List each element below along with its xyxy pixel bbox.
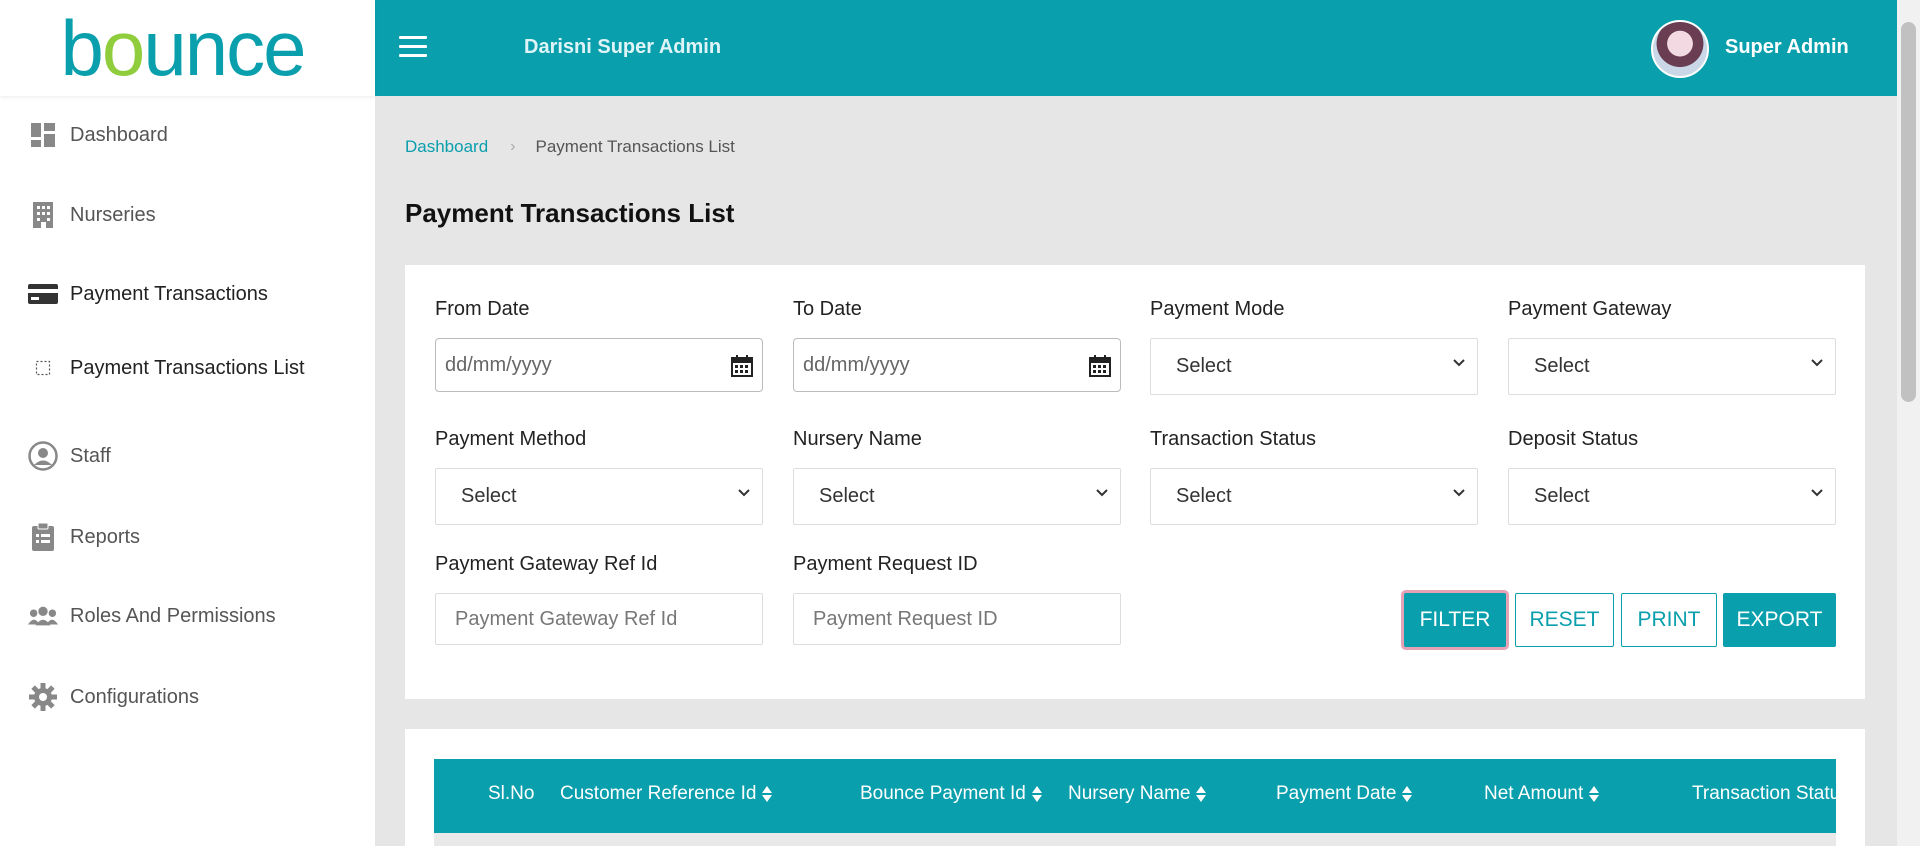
- breadcrumb: Dashboard › Payment Transactions List: [405, 137, 735, 157]
- column-header-payment-date[interactable]: Payment Date: [1276, 783, 1413, 805]
- sort-icon[interactable]: [762, 786, 773, 802]
- transactions-table: Sl.No Customer Reference Id Bounce Payme…: [405, 729, 1865, 846]
- sidebar-item-configurations[interactable]: Configurations: [28, 680, 199, 714]
- table-header: Sl.No Customer Reference Id Bounce Payme…: [434, 759, 1836, 833]
- export-button[interactable]: EXPORT: [1723, 593, 1836, 647]
- avatar[interactable]: [1651, 20, 1709, 78]
- nursery-name-label: Nursery Name: [793, 428, 922, 450]
- gateway-ref-id-label: Payment Gateway Ref Id: [435, 553, 658, 575]
- sidebar-item-staff[interactable]: Staff: [28, 439, 111, 473]
- sort-icon[interactable]: [1031, 786, 1042, 802]
- column-header-sl-no[interactable]: Sl.No: [488, 783, 534, 805]
- payment-request-id-label: Payment Request ID: [793, 553, 978, 575]
- sidebar-item-label: Roles And Permissions: [70, 604, 276, 627]
- sidebar-item-label: Staff: [70, 444, 111, 467]
- sidebar-item-payment-transactions[interactable]: Payment Transactions: [28, 277, 268, 311]
- nursery-name-select[interactable]: Select: [793, 468, 1121, 525]
- transaction-status-select[interactable]: Select: [1150, 468, 1478, 525]
- chevron-down-icon: [738, 489, 750, 497]
- sidebar-item-reports[interactable]: Reports: [28, 520, 140, 554]
- credit-card-icon: [28, 279, 58, 309]
- logo[interactable]: bounce: [0, 0, 375, 96]
- print-button[interactable]: PRINT: [1621, 593, 1717, 647]
- column-header-nursery-name[interactable]: Nursery Name: [1068, 783, 1207, 805]
- table-body: [434, 833, 1836, 846]
- to-date-input[interactable]: dd/mm/yyyy: [793, 338, 1121, 392]
- gateway-ref-id-input[interactable]: Payment Gateway Ref Id: [435, 593, 763, 645]
- sidebar-item-nurseries[interactable]: Nurseries: [28, 198, 156, 232]
- menu-icon[interactable]: [399, 36, 427, 58]
- sidebar-item-dashboard[interactable]: Dashboard: [28, 118, 168, 152]
- payment-mode-select[interactable]: Select: [1150, 338, 1478, 395]
- breadcrumb-dashboard-link[interactable]: Dashboard: [405, 137, 488, 157]
- page-title: Payment Transactions List: [405, 198, 735, 228]
- sidebar-item-roles-and-permissions[interactable]: Roles And Permissions: [28, 599, 276, 633]
- column-header-net-amount[interactable]: Net Amount: [1484, 783, 1600, 805]
- column-header-bounce-payment-id[interactable]: Bounce Payment Id: [860, 783, 1042, 805]
- dotted-square-icon: [28, 353, 58, 383]
- filter-panel: From Date dd/mm/yyyy To Date dd/mm/yyyy …: [405, 265, 1865, 699]
- chevron-right-icon: ›: [510, 138, 516, 155]
- top-header: Darisni Super Admin Super Admin: [375, 0, 1897, 96]
- sidebar-item-label: Configurations: [70, 685, 199, 708]
- user-name[interactable]: Super Admin: [1725, 36, 1849, 59]
- sidebar-item-label: Reports: [70, 525, 141, 548]
- deposit-status-select[interactable]: Select: [1508, 468, 1836, 525]
- payment-mode-label: Payment Mode: [1150, 298, 1285, 320]
- sort-icon[interactable]: [1589, 786, 1600, 802]
- logo-text: bounce: [60, 4, 307, 92]
- payment-method-label: Payment Method: [435, 428, 587, 450]
- sort-icon[interactable]: [1196, 786, 1207, 802]
- users-group-icon: [28, 601, 58, 631]
- dashboard-icon: [28, 120, 58, 150]
- sidebar-item-label: Nurseries: [70, 203, 156, 226]
- gear-icon: [28, 682, 58, 712]
- column-header-customer-reference-id[interactable]: Customer Reference Id: [560, 783, 773, 805]
- scrollbar-thumb[interactable]: [1901, 22, 1916, 402]
- clipboard-icon: [28, 522, 58, 552]
- column-header-transaction-status[interactable]: Transaction Status: [1692, 783, 1836, 805]
- sidebar-item-label: Payment Transactions List: [70, 356, 305, 379]
- from-date-label: From Date: [435, 298, 530, 320]
- chevron-down-icon: [1453, 489, 1465, 497]
- page-scrollbar[interactable]: [1897, 0, 1920, 846]
- payment-request-id-input[interactable]: Payment Request ID: [793, 593, 1121, 645]
- user-circle-icon: [28, 441, 58, 471]
- from-date-input[interactable]: dd/mm/yyyy: [435, 338, 763, 392]
- sidebar-item-payment-transactions-list[interactable]: Payment Transactions List: [28, 351, 305, 385]
- breadcrumb-current: Payment Transactions List: [535, 137, 735, 156]
- app-title: Darisni Super Admin: [524, 36, 722, 58]
- calendar-icon[interactable]: [1088, 354, 1112, 378]
- sort-icon[interactable]: [1402, 786, 1413, 802]
- chevron-down-icon: [1453, 359, 1465, 367]
- reset-button[interactable]: RESET: [1515, 593, 1614, 647]
- chevron-down-icon: [1096, 489, 1108, 497]
- sidebar: bounce Dashboard Nurseries Payment Trans…: [0, 0, 375, 846]
- deposit-status-label: Deposit Status: [1508, 428, 1639, 450]
- to-date-label: To Date: [793, 298, 862, 320]
- calendar-icon[interactable]: [730, 354, 754, 378]
- payment-gateway-select[interactable]: Select: [1508, 338, 1836, 395]
- building-icon: [28, 200, 58, 230]
- payment-gateway-label: Payment Gateway: [1508, 298, 1672, 320]
- filter-button[interactable]: FILTER: [1404, 593, 1506, 647]
- payment-method-select[interactable]: Select: [435, 468, 763, 525]
- chevron-down-icon: [1811, 359, 1823, 367]
- sidebar-item-label: Payment Transactions: [70, 282, 268, 305]
- sidebar-item-label: Dashboard: [70, 123, 168, 146]
- transaction-status-label: Transaction Status: [1150, 428, 1317, 450]
- chevron-down-icon: [1811, 489, 1823, 497]
